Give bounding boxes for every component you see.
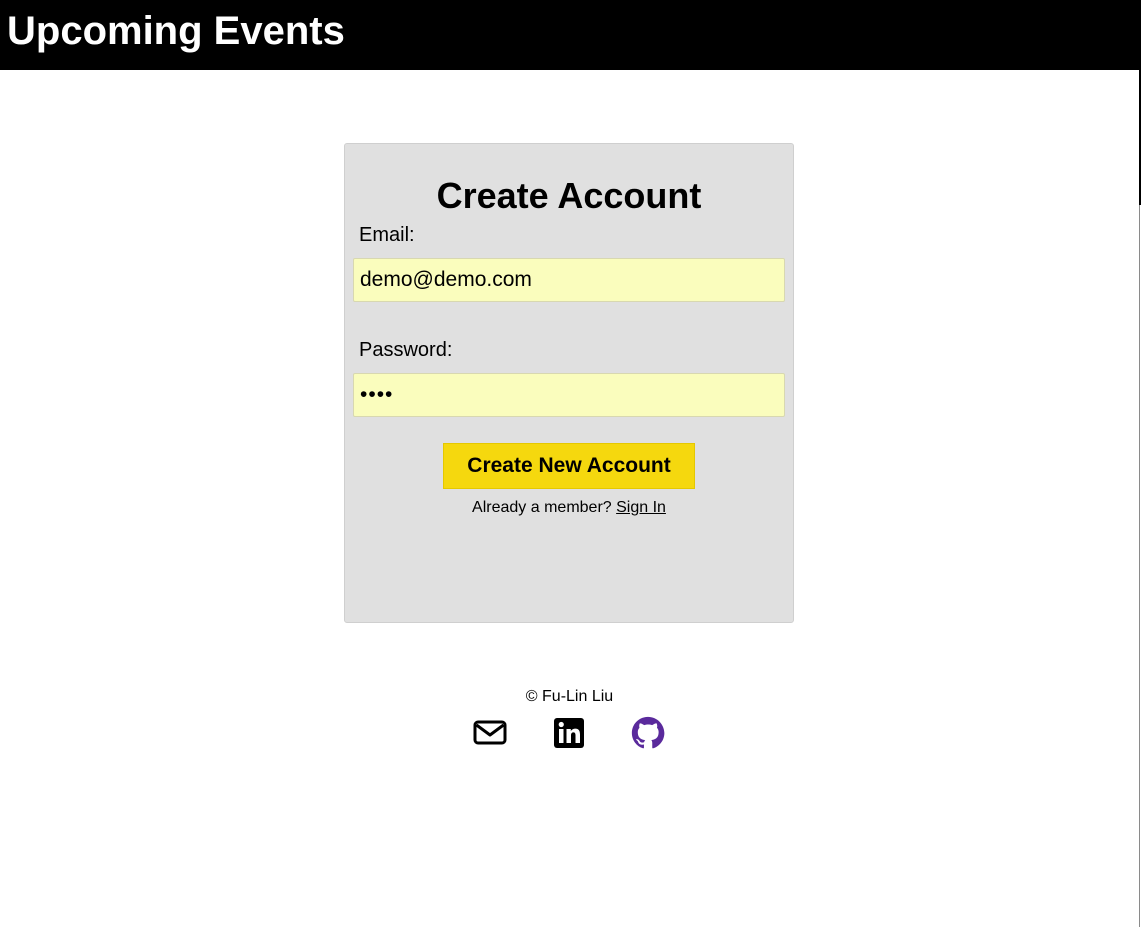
app-header: Upcoming Events: [0, 0, 1139, 70]
linkedin-icon[interactable]: [552, 716, 586, 750]
signin-prompt: Already a member? Sign In: [345, 498, 793, 518]
sign-in-link[interactable]: Sign In: [616, 499, 666, 516]
github-icon[interactable]: [631, 716, 665, 750]
copyright-text: © Fu-Lin Liu: [525, 688, 614, 705]
page-title: Upcoming Events: [7, 9, 345, 53]
mail-icon[interactable]: [473, 716, 507, 750]
email-field[interactable]: [353, 258, 785, 302]
create-account-button[interactable]: Create New Account: [443, 443, 695, 489]
form-heading: Create Account: [436, 175, 702, 216]
create-account-card: Create Account Email: Password: Create N…: [344, 143, 794, 623]
member-prompt-text: Already a member?: [472, 499, 612, 516]
password-field[interactable]: [353, 373, 785, 417]
email-label: Email:: [359, 224, 415, 246]
password-label: Password:: [359, 339, 453, 361]
